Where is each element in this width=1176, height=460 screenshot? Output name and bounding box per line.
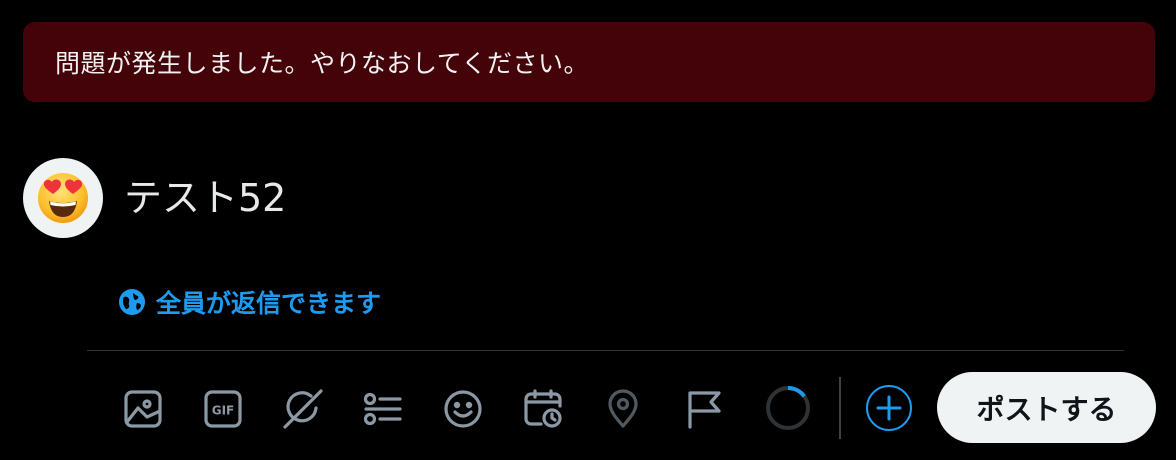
- add-location-button[interactable]: [592, 378, 654, 440]
- add-media-button[interactable]: [112, 378, 174, 440]
- schedule-button[interactable]: [512, 378, 574, 440]
- add-emoji-button[interactable]: [432, 378, 494, 440]
- add-post-button[interactable]: [865, 384, 913, 432]
- heart-eyes-emoji-icon: [38, 173, 88, 223]
- divider: [87, 350, 1124, 351]
- composer-toolbar: GIF: [112, 378, 752, 440]
- post-button[interactable]: ポストする: [937, 372, 1156, 443]
- emoji-icon: [444, 390, 482, 428]
- post-text-input[interactable]: テスト52: [124, 172, 286, 224]
- error-banner: 問題が発生しました。やりなおしてください。: [23, 22, 1155, 102]
- reply-setting-button[interactable]: 全員が返信できます: [112, 282, 387, 322]
- add-gif-button[interactable]: GIF: [192, 378, 254, 440]
- globe-icon: [119, 289, 145, 315]
- media-icon: [124, 390, 162, 428]
- grok-button[interactable]: [272, 378, 334, 440]
- character-progress-ring: [766, 386, 810, 430]
- error-message: 問題が発生しました。やりなおしてください。: [55, 49, 590, 78]
- avatar[interactable]: [23, 158, 103, 238]
- location-icon: [608, 389, 638, 428]
- svg-text:GIF: GIF: [212, 404, 235, 418]
- flag-icon: [688, 391, 721, 429]
- toolbar-separator: [839, 377, 841, 439]
- schedule-icon: [524, 389, 562, 428]
- add-poll-button[interactable]: [352, 378, 414, 440]
- reply-setting-label: 全員が返信できます: [156, 289, 382, 318]
- poll-icon: [363, 392, 402, 426]
- gif-icon: GIF: [204, 390, 242, 428]
- grok-icon: [283, 389, 323, 429]
- plus-icon: [876, 395, 902, 421]
- tag-flag-button[interactable]: [672, 378, 734, 440]
